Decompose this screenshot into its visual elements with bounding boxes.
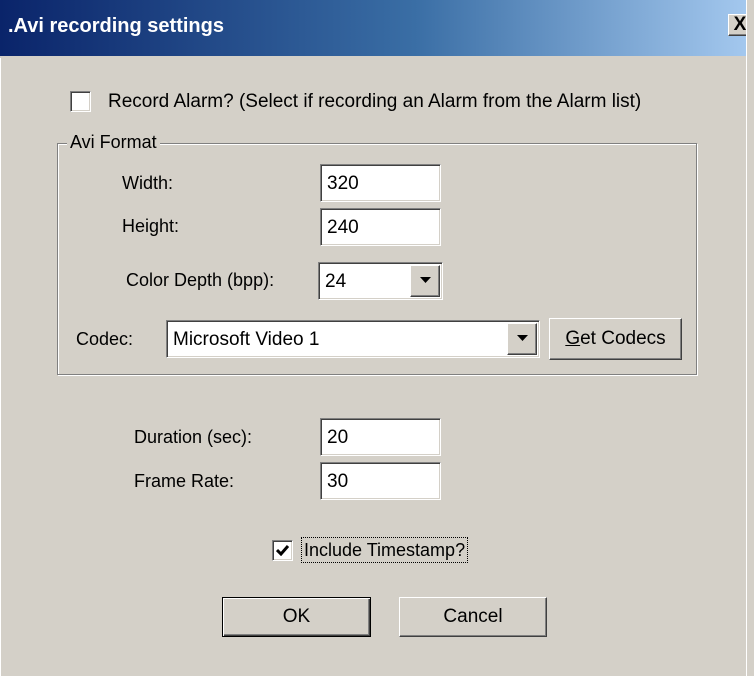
frame-rate-label: Frame Rate: — [134, 471, 235, 491]
record-alarm-checkbox[interactable] — [70, 91, 91, 112]
color-depth-value: 24 — [325, 271, 347, 292]
width-label: Width: — [122, 173, 174, 193]
avi-format-legend: Avi Format — [67, 130, 160, 154]
height-field[interactable]: 240 — [320, 208, 441, 246]
get-codecs-label: et Codecs — [580, 328, 666, 349]
width-field[interactable]: 320 — [320, 164, 441, 202]
codec-dropdown-button[interactable] — [507, 323, 537, 355]
duration-field[interactable]: 20 — [320, 418, 441, 456]
include-timestamp-label[interactable]: Include Timestamp? — [301, 537, 469, 563]
codec-select[interactable]: Microsoft Video 1 — [166, 320, 540, 358]
window-title: .Avi recording settings — [8, 15, 224, 37]
checkmark-icon — [276, 545, 289, 556]
cancel-button[interactable]: Cancel — [399, 597, 547, 637]
ok-button[interactable]: OK — [222, 597, 371, 637]
chevron-down-icon — [517, 335, 528, 341]
include-timestamp-checkbox[interactable] — [272, 540, 293, 561]
window-right-border — [746, 0, 754, 676]
frame-rate-field[interactable]: 30 — [320, 462, 441, 500]
close-icon: X — [733, 14, 747, 35]
color-depth-select[interactable]: 24 — [318, 262, 443, 300]
get-codecs-mnemonic: G — [565, 328, 581, 349]
duration-label: Duration (sec): — [134, 427, 253, 447]
get-codecs-button[interactable]: Get Codecs — [549, 318, 682, 360]
color-depth-label: Color Depth (bpp): — [126, 270, 275, 290]
color-depth-dropdown-button[interactable] — [410, 265, 440, 297]
title-bar[interactable]: .Avi recording settings — [0, 0, 754, 58]
record-alarm-label[interactable]: Record Alarm? (Select if recording an Al… — [108, 90, 641, 114]
codec-value: Microsoft Video 1 — [173, 329, 320, 350]
height-label: Height: — [122, 216, 180, 236]
codec-label: Codec: — [76, 329, 134, 349]
window-left-border — [0, 58, 3, 676]
chevron-down-icon — [420, 277, 431, 283]
